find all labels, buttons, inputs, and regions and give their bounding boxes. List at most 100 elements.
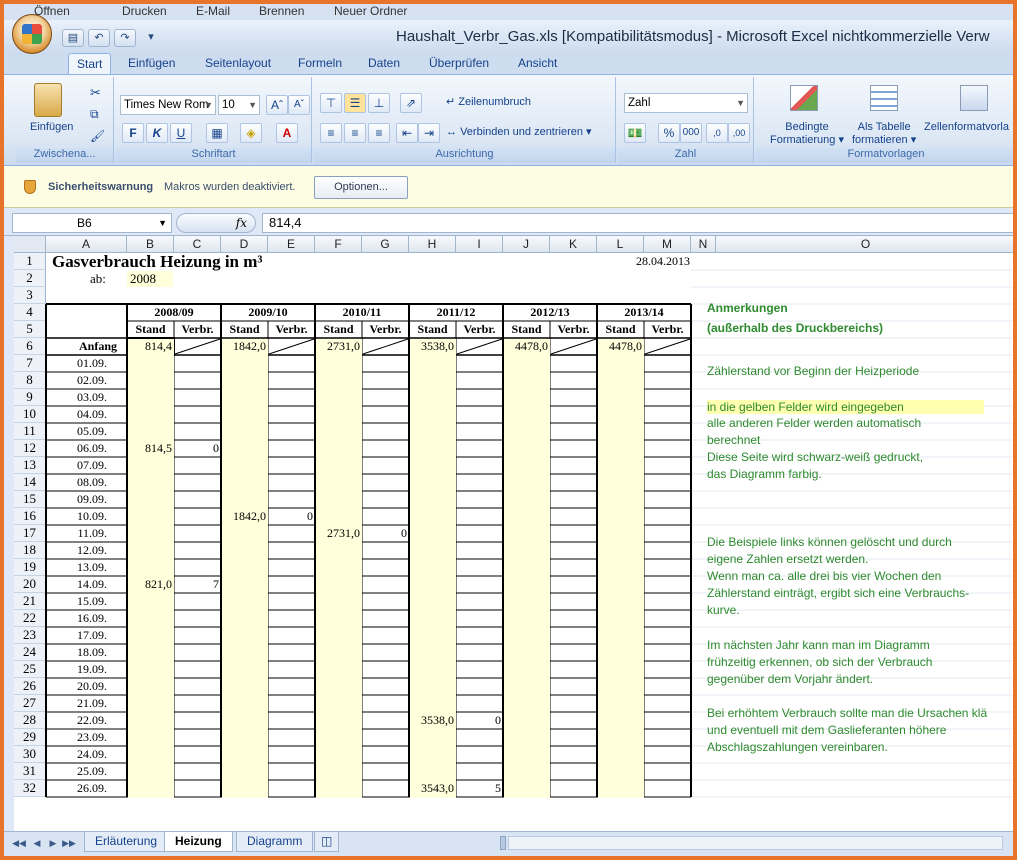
align-left-icon[interactable]: ≡ [320, 123, 342, 143]
date-label: 14.09. [77, 577, 107, 591]
font-size-combo[interactable]: 10 ▼ [218, 95, 260, 115]
align-top-icon[interactable]: ⊤ [320, 93, 342, 113]
conditional-format-button[interactable]: Bedingte Formatierung ▾ [770, 121, 844, 147]
next-sheet-icon[interactable]: ▶ [46, 836, 60, 850]
input-cell-fill[interactable] [128, 339, 174, 798]
copy-icon[interactable]: ⧉ [90, 107, 99, 122]
format-as-table-label-2: formatieren [852, 134, 908, 146]
merge-center-button[interactable]: ↔ Verbinden und zentrieren ▾ [446, 125, 592, 138]
redo-icon[interactable]: ↷ [114, 29, 136, 47]
sheet-title: Gasverbrauch Heizung in m³ [52, 253, 263, 271]
note-text: berechnet [707, 433, 761, 447]
increase-indent-icon[interactable]: ⇥ [418, 123, 440, 143]
align-center-icon[interactable]: ≡ [344, 123, 366, 143]
font-color-icon[interactable]: A [276, 123, 298, 143]
save-icon[interactable]: ▤ [62, 29, 84, 47]
format-as-table-label: Als Tabelle [857, 121, 911, 133]
date-label: 02.09. [77, 373, 107, 387]
date-label: 26.09. [77, 781, 107, 795]
borders-icon[interactable]: ▦ [206, 123, 228, 143]
tab-seitenlayout[interactable]: Seitenlayout [205, 56, 271, 70]
diagonal-slash [174, 338, 221, 355]
tab-ueberpruefen[interactable]: Überprüfen [429, 56, 489, 70]
horizontal-scrollbar[interactable] [508, 836, 1003, 850]
worksheet-grid[interactable]: ABCDEFGHIJKLMNO 1 2 3 4 5 6 7 8 9 10 11 12 13 14 15 16 1… [14, 236, 1013, 831]
explorer-email[interactable]: E-Mail [196, 4, 230, 18]
underline-button[interactable]: U [170, 123, 192, 143]
sheet-tab-diagramm[interactable]: Diagramm [236, 832, 314, 852]
tab-daten[interactable]: Daten [368, 56, 400, 70]
increase-decimal-icon[interactable]: ,0 [706, 123, 728, 143]
name-box[interactable]: B6 ▼ [12, 213, 172, 233]
thousands-icon[interactable]: 000 [680, 123, 702, 143]
align-bottom-icon[interactable]: ⊥ [368, 93, 390, 113]
ribbon-tabs: Start Einfügen Seitenlayout Formeln Date… [4, 52, 1013, 75]
office-button[interactable] [12, 14, 52, 54]
wrap-text-button[interactable]: ↵ Zeilenumbruch [446, 95, 531, 108]
tab-ansicht[interactable]: Ansicht [518, 56, 557, 70]
sheet-tab-heizung[interactable]: Heizung [164, 832, 233, 852]
align-middle-icon[interactable]: ☰ [344, 93, 366, 113]
decrease-indent-icon[interactable]: ⇤ [396, 123, 418, 143]
italic-button[interactable]: K [146, 123, 168, 143]
bold-button[interactable]: F [122, 123, 144, 143]
formula-input[interactable]: 814,4 [262, 213, 1013, 233]
ribbon: Einfügen ✂ ⧉ 🖌 Zwischena... Times New Ro… [4, 74, 1013, 166]
tab-formeln[interactable]: Formeln [298, 56, 342, 70]
input-cell-fill[interactable] [410, 339, 456, 798]
sheet-tab-erlaeuterung[interactable]: Erläuterung [84, 832, 169, 852]
paste-button[interactable]: Einfügen [30, 121, 73, 133]
date-label: 20.09. [77, 679, 107, 693]
input-cell-fill[interactable] [222, 339, 268, 798]
tab-start[interactable]: Start [68, 53, 112, 75]
chevron-down-icon: ▼ [204, 100, 213, 110]
input-cell-fill[interactable] [504, 339, 550, 798]
explorer-print[interactable]: Drucken [122, 4, 167, 18]
grow-font-icon[interactable]: Aˆ [266, 95, 288, 115]
first-sheet-icon[interactable]: ◀◀ [12, 836, 26, 850]
font-name-combo[interactable]: Times New Rom ▼ [120, 95, 216, 115]
prev-sheet-icon[interactable]: ◀ [30, 836, 44, 850]
explorer-burn[interactable]: Brennen [259, 4, 304, 18]
explorer-new-folder[interactable]: Neuer Ordner [334, 4, 407, 18]
date-label: 05.09. [77, 424, 107, 438]
last-sheet-icon[interactable]: ▶▶ [62, 836, 76, 850]
styles-label: Formatvorlagen [756, 148, 1013, 163]
window-title: Haushalt_Verbr_Gas.xls [Kompatibilitätsm… [396, 28, 990, 45]
number-format-combo[interactable]: Zahl ▼ [624, 93, 748, 113]
options-button[interactable]: Optionen... [314, 176, 408, 199]
currency-icon[interactable]: 💵 [624, 123, 646, 143]
format-painter-icon[interactable]: 🖌 [90, 129, 105, 143]
undo-icon[interactable]: ↶ [88, 29, 110, 47]
message-bar: Sicherheitswarnung Makros wurden deaktiv… [4, 166, 1013, 208]
alignment-label: Ausrichtung [314, 148, 615, 163]
shrink-font-icon[interactable]: Aˇ [288, 95, 310, 115]
customize-qat-icon[interactable]: ▾ [140, 29, 162, 47]
insert-sheet-icon[interactable]: ◫ [314, 832, 340, 852]
start-value: 1842,0 [233, 339, 266, 353]
decrease-decimal-icon[interactable]: ,00 [728, 123, 750, 143]
input-cell-fill[interactable] [598, 339, 644, 798]
group-styles: Bedingte Formatierung ▾ Als Tabelle format… [756, 77, 1013, 163]
cell-styles-button[interactable]: Zellenformatvorla [924, 121, 1009, 133]
orientation-icon[interactable]: ⇗ [400, 93, 422, 113]
start-value: 2731,0 [327, 339, 360, 353]
paste-icon [34, 83, 62, 117]
tab-einfuegen[interactable]: Einfügen [128, 56, 175, 70]
name-box-value: B6 [77, 216, 92, 230]
sheet-tab-bar: ◀◀ ◀ ▶ ▶▶ Erläuterung Heizung Diagramm ◫ [4, 831, 1013, 856]
clipboard-label: Zwischena... [16, 148, 113, 163]
wrap-text-label: Zeilenumbruch [458, 96, 532, 108]
year-header: 2008/09 [154, 305, 194, 319]
align-right-icon[interactable]: ≡ [368, 123, 390, 143]
format-as-table-button[interactable]: Als Tabelle formatieren ▾ [852, 121, 916, 147]
percent-icon[interactable]: % [658, 123, 680, 143]
input-cell-fill[interactable] [316, 339, 362, 798]
fill-color-icon[interactable]: ◈ [240, 123, 262, 143]
tab-split-handle[interactable] [500, 836, 506, 850]
insert-function-button[interactable]: fx [176, 213, 256, 233]
date-label: 10.09. [77, 509, 107, 523]
date-label: 19.09. [77, 662, 107, 676]
title-bar: ▤ ↶ ↷ ▾ Haushalt_Verbr_Gas.xls [Kompatib… [4, 20, 1013, 52]
cut-icon[interactable]: ✂ [90, 85, 101, 101]
